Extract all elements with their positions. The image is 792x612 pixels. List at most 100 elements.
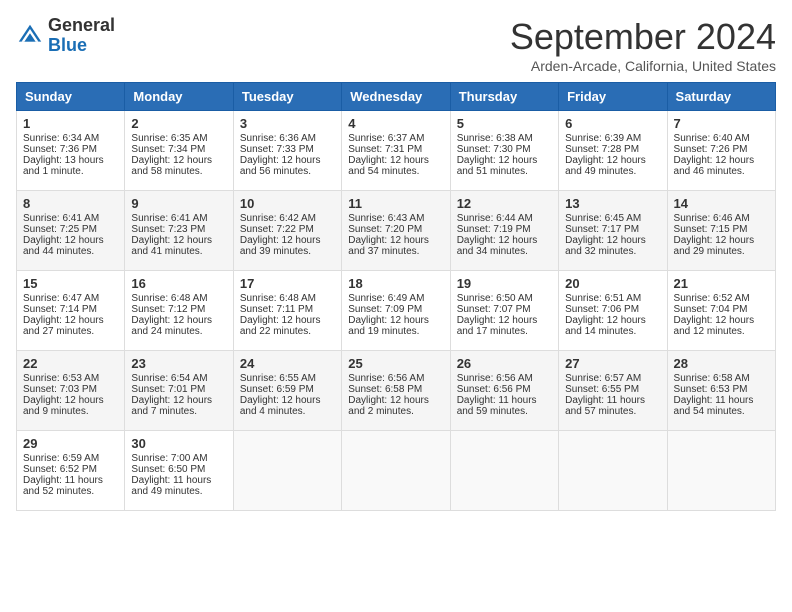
sunrise-label: Sunrise: 6:47 AM: [23, 293, 99, 304]
empty-cell-w4-d6: [667, 431, 775, 511]
sunrise-label: Sunrise: 6:59 AM: [23, 453, 99, 464]
empty-cell-w4-d5: [559, 431, 667, 511]
sunrise-label: Sunrise: 6:49 AM: [348, 293, 424, 304]
day-number: 23: [131, 356, 226, 371]
sunrise-label: Sunrise: 6:45 AM: [565, 213, 641, 224]
sunset-label: Sunset: 6:59 PM: [240, 384, 314, 395]
month-title: September 2024: [510, 16, 776, 58]
header-sunday: Sunday: [17, 83, 125, 111]
cell-day-22: 22Sunrise: 6:53 AMSunset: 7:03 PMDayligh…: [17, 351, 125, 431]
day-number: 25: [348, 356, 443, 371]
week-row-3: 15Sunrise: 6:47 AMSunset: 7:14 PMDayligh…: [17, 271, 776, 351]
week-row-1: 1Sunrise: 6:34 AMSunset: 7:36 PMDaylight…: [17, 111, 776, 191]
sunset-label: Sunset: 7:28 PM: [565, 144, 639, 155]
sunset-label: Sunset: 7:19 PM: [457, 224, 531, 235]
sunrise-label: Sunrise: 6:53 AM: [23, 373, 99, 384]
cell-day-16: 16Sunrise: 6:48 AMSunset: 7:12 PMDayligh…: [125, 271, 233, 351]
sunrise-label: Sunrise: 6:41 AM: [131, 213, 207, 224]
daylight-label: Daylight: 12 hours and 56 minutes.: [240, 155, 321, 177]
day-number: 14: [674, 196, 769, 211]
sunrise-label: Sunrise: 6:50 AM: [457, 293, 533, 304]
sunrise-label: Sunrise: 6:34 AM: [23, 133, 99, 144]
sunset-label: Sunset: 7:23 PM: [131, 224, 205, 235]
day-number: 11: [348, 196, 443, 211]
day-number: 13: [565, 196, 660, 211]
sunrise-label: Sunrise: 6:58 AM: [674, 373, 750, 384]
sunset-label: Sunset: 7:36 PM: [23, 144, 97, 155]
cell-day-12: 12Sunrise: 6:44 AMSunset: 7:19 PMDayligh…: [450, 191, 558, 271]
day-number: 6: [565, 116, 660, 131]
sunrise-label: Sunrise: 7:00 AM: [131, 453, 207, 464]
empty-cell-w4-d2: [233, 431, 341, 511]
days-header-row: Sunday Monday Tuesday Wednesday Thursday…: [17, 83, 776, 111]
day-number: 15: [23, 276, 118, 291]
daylight-label: Daylight: 12 hours and 39 minutes.: [240, 235, 321, 257]
header-tuesday: Tuesday: [233, 83, 341, 111]
cell-day-23: 23Sunrise: 6:54 AMSunset: 7:01 PMDayligh…: [125, 351, 233, 431]
empty-cell-w4-d3: [342, 431, 450, 511]
page-header: General Blue September 2024 Arden-Arcade…: [16, 16, 776, 74]
day-number: 28: [674, 356, 769, 371]
sunrise-label: Sunrise: 6:39 AM: [565, 133, 641, 144]
daylight-label: Daylight: 13 hours and 1 minute.: [23, 155, 104, 177]
day-number: 17: [240, 276, 335, 291]
cell-day-17: 17Sunrise: 6:48 AMSunset: 7:11 PMDayligh…: [233, 271, 341, 351]
day-number: 22: [23, 356, 118, 371]
sunrise-label: Sunrise: 6:51 AM: [565, 293, 641, 304]
week-row-5: 29Sunrise: 6:59 AMSunset: 6:52 PMDayligh…: [17, 431, 776, 511]
cell-day-27: 27Sunrise: 6:57 AMSunset: 6:55 PMDayligh…: [559, 351, 667, 431]
sunset-label: Sunset: 7:17 PM: [565, 224, 639, 235]
header-monday: Monday: [125, 83, 233, 111]
daylight-label: Daylight: 11 hours and 57 minutes.: [565, 395, 645, 417]
cell-day-14: 14Sunrise: 6:46 AMSunset: 7:15 PMDayligh…: [667, 191, 775, 271]
sunrise-label: Sunrise: 6:46 AM: [674, 213, 750, 224]
calendar-table: Sunday Monday Tuesday Wednesday Thursday…: [16, 82, 776, 511]
sunset-label: Sunset: 6:56 PM: [457, 384, 531, 395]
sunset-label: Sunset: 7:25 PM: [23, 224, 97, 235]
cell-day-28: 28Sunrise: 6:58 AMSunset: 6:53 PMDayligh…: [667, 351, 775, 431]
cell-day-13: 13 Sunrise: 6:45 AMSunset: 7:17 PMDayligh…: [559, 191, 667, 271]
cell-day-1: 1Sunrise: 6:34 AMSunset: 7:36 PMDaylight…: [17, 111, 125, 191]
header-thursday: Thursday: [450, 83, 558, 111]
cell-day-4: 4Sunrise: 6:37 AMSunset: 7:31 PMDaylight…: [342, 111, 450, 191]
cell-day-18: 18Sunrise: 6:49 AMSunset: 7:09 PMDayligh…: [342, 271, 450, 351]
cell-day-19: 19Sunrise: 6:50 AMSunset: 7:07 PMDayligh…: [450, 271, 558, 351]
day-number: 24: [240, 356, 335, 371]
sunrise-label: Sunrise: 6:43 AM: [348, 213, 424, 224]
sunset-label: Sunset: 6:50 PM: [131, 464, 205, 475]
day-number: 19: [457, 276, 552, 291]
sunset-label: Sunset: 6:53 PM: [674, 384, 748, 395]
empty-cell-w4-d4: [450, 431, 558, 511]
daylight-label: Daylight: 12 hours and 32 minutes.: [565, 235, 646, 257]
sunrise-label: Sunrise: 6:56 AM: [457, 373, 533, 384]
day-number: 3: [240, 116, 335, 131]
logo-general: General: [48, 15, 115, 35]
sunrise-label: Sunrise: 6:56 AM: [348, 373, 424, 384]
day-number: 9: [131, 196, 226, 211]
week-row-2: 8 Sunrise: 6:41 AM Sunset: 7:25 PM Daylight…: [17, 191, 776, 271]
sunset-label: Sunset: 7:12 PM: [131, 304, 205, 315]
cell-day-2: 2Sunrise: 6:35 AMSunset: 7:34 PMDaylight…: [125, 111, 233, 191]
sunset-label: Sunset: 7:20 PM: [348, 224, 422, 235]
cell-day-26: 26Sunrise: 6:56 AMSunset: 6:56 PMDayligh…: [450, 351, 558, 431]
sunset-label: Sunset: 7:31 PM: [348, 144, 422, 155]
cell-day-7: 7Sunrise: 6:40 AMSunset: 7:26 PMDaylight…: [667, 111, 775, 191]
header-wednesday: Wednesday: [342, 83, 450, 111]
daylight-label: Daylight: 12 hours and 46 minutes.: [674, 155, 755, 177]
daylight-label: Daylight: 12 hours and 12 minutes.: [674, 315, 755, 337]
sunset-label: Sunset: 7:06 PM: [565, 304, 639, 315]
sunrise-label: Sunrise: 6:54 AM: [131, 373, 207, 384]
day-number: 2: [131, 116, 226, 131]
location: Arden-Arcade, California, United States: [510, 58, 776, 74]
daylight-label: Daylight: 12 hours and 29 minutes.: [674, 235, 755, 257]
sunset-label: Sunset: 7:30 PM: [457, 144, 531, 155]
daylight-label: Daylight: 11 hours and 49 minutes.: [131, 475, 211, 497]
sunset-label: Sunset: 7:33 PM: [240, 144, 314, 155]
daylight-label: Daylight: 12 hours and 37 minutes.: [348, 235, 429, 257]
cell-day-29: 29Sunrise: 6:59 AMSunset: 6:52 PMDayligh…: [17, 431, 125, 511]
sunrise-label: Sunrise: 6:38 AM: [457, 133, 533, 144]
day-number: 8: [23, 196, 118, 211]
sunrise-label: Sunrise: 6:36 AM: [240, 133, 316, 144]
sunrise-label: Sunrise: 6:44 AM: [457, 213, 533, 224]
sunset-label: Sunset: 7:34 PM: [131, 144, 205, 155]
